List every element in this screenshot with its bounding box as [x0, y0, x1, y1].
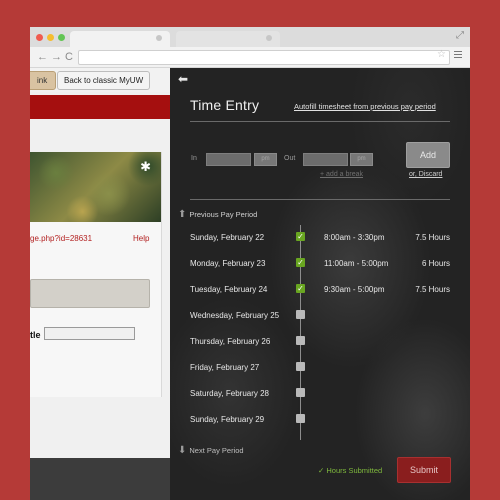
next-pay-period-link[interactable]: ⬇ Next Pay Period: [178, 445, 244, 456]
in-ampm-toggle[interactable]: pm: [254, 153, 277, 166]
title-input[interactable]: [44, 327, 135, 340]
back-arrow-icon[interactable]: ←: [37, 49, 48, 65]
minimize-window-icon[interactable]: [47, 34, 54, 41]
day-label: Sunday, February 22: [190, 233, 265, 242]
hours-total: 7.5 Hours: [415, 233, 450, 242]
up-arrow-icon: ⬆: [178, 209, 187, 220]
browser-tab-active[interactable]: [70, 31, 170, 47]
close-tab-icon[interactable]: [156, 35, 162, 41]
out-time-input[interactable]: [303, 153, 348, 166]
portlet-card: ✱ ge.php?id=28631 Help tle: [30, 152, 162, 397]
tab-strip: ⤢: [30, 27, 470, 47]
gray-panel: [30, 279, 150, 308]
day-row[interactable]: Sunday, February 22 ✓ 8:00am - 3:30pm 7.5 H…: [170, 232, 470, 246]
day-label: Tuesday, February 24: [190, 285, 268, 294]
add-button[interactable]: Add: [406, 142, 450, 168]
title-label: tle: [30, 330, 41, 340]
day-row[interactable]: Tuesday, February 24 ✓ 9:30am - 5:00pm 7.5 …: [170, 284, 470, 298]
top-bar: ink Back to classic MyUW: [30, 68, 170, 92]
autofill-link[interactable]: Autofill timesheet from previous pay per…: [294, 102, 436, 111]
back-arrow-icon[interactable]: ⬅: [178, 72, 188, 86]
browser-toolbar: ← → C ☆: [30, 47, 470, 68]
day-row[interactable]: Friday, February 27: [170, 362, 470, 376]
reload-icon[interactable]: C: [65, 49, 73, 65]
day-row[interactable]: Thursday, February 26: [170, 336, 470, 350]
close-tab-icon[interactable]: [266, 35, 272, 41]
day-checkbox[interactable]: ✓: [296, 258, 305, 267]
day-label: Friday, February 27: [190, 363, 260, 372]
out-label: Out: [284, 155, 296, 162]
day-checkbox[interactable]: ✓: [296, 284, 305, 293]
in-label: In: [191, 155, 197, 162]
divider: [190, 199, 450, 200]
day-label: Wednesday, February 25: [190, 311, 280, 320]
gear-icon[interactable]: ✱: [140, 159, 151, 175]
day-label: Sunday, February 29: [190, 415, 265, 424]
menu-icon[interactable]: [454, 51, 462, 60]
day-checkbox[interactable]: ✓: [296, 232, 305, 241]
time-range: 8:00am - 3:30pm: [324, 233, 385, 242]
out-ampm-toggle[interactable]: pm: [350, 153, 373, 166]
hours-submitted-status: ✓ Hours Submitted: [318, 466, 383, 475]
down-arrow-icon: ⬇: [178, 445, 187, 456]
time-entry-panel: ⬅ Time Entry Autofill timesheet from pre…: [170, 68, 470, 500]
portlet-hero-image: ✱: [30, 152, 161, 222]
add-break-link[interactable]: + add a break: [320, 171, 363, 178]
maximize-window-icon[interactable]: [58, 34, 65, 41]
footer-strip: [30, 458, 170, 500]
day-checkbox[interactable]: [296, 336, 305, 345]
back-to-classic-button[interactable]: Back to classic MyUW: [57, 71, 151, 90]
day-checkbox[interactable]: [296, 414, 305, 423]
day-row[interactable]: Saturday, February 28: [170, 388, 470, 402]
day-row[interactable]: Wednesday, February 25: [170, 310, 470, 324]
browser-tab-inactive[interactable]: [176, 31, 280, 47]
uw-header-bar: [30, 95, 170, 119]
discard-link[interactable]: or, Discard: [409, 171, 442, 178]
forward-arrow-icon[interactable]: →: [51, 49, 62, 65]
address-bar[interactable]: ☆: [78, 49, 450, 65]
fullscreen-icon[interactable]: ⤢: [456, 30, 464, 41]
close-window-icon[interactable]: [36, 34, 43, 41]
day-row[interactable]: Sunday, February 29: [170, 414, 470, 428]
webpage: ink Back to classic MyUW ✱ ge.php?id=286…: [30, 68, 470, 500]
time-range: 9:30am - 5:00pm: [324, 285, 385, 294]
day-checkbox[interactable]: [296, 362, 305, 371]
hours-total: 7.5 Hours: [415, 285, 450, 294]
day-checkbox[interactable]: [296, 310, 305, 319]
browser-window: ⤢ ← → C ☆ ink Back to classic MyUW ✱ ge.…: [30, 27, 470, 500]
partial-button[interactable]: ink: [30, 71, 57, 90]
time-range: 11:00am - 5:00pm: [324, 259, 389, 268]
panel-title: Time Entry: [190, 97, 260, 113]
day-label: Thursday, February 26: [190, 337, 271, 346]
hours-total: 6 Hours: [421, 259, 450, 268]
in-time-input[interactable]: [206, 153, 251, 166]
divider: [190, 121, 450, 122]
previous-pay-period-link[interactable]: ⬆ Previous Pay Period: [178, 209, 257, 220]
day-label: Saturday, February 28: [190, 389, 270, 398]
day-checkbox[interactable]: [296, 388, 305, 397]
day-label: Monday, February 23: [190, 259, 266, 268]
help-link[interactable]: Help: [133, 234, 149, 243]
submit-button[interactable]: Submit: [397, 457, 451, 483]
portlet-link[interactable]: ge.php?id=28631: [30, 234, 92, 243]
day-row[interactable]: Monday, February 23 ✓ 11:00am - 5:00pm 6 Ho…: [170, 258, 470, 272]
bookmark-star-icon[interactable]: ☆: [437, 49, 446, 60]
